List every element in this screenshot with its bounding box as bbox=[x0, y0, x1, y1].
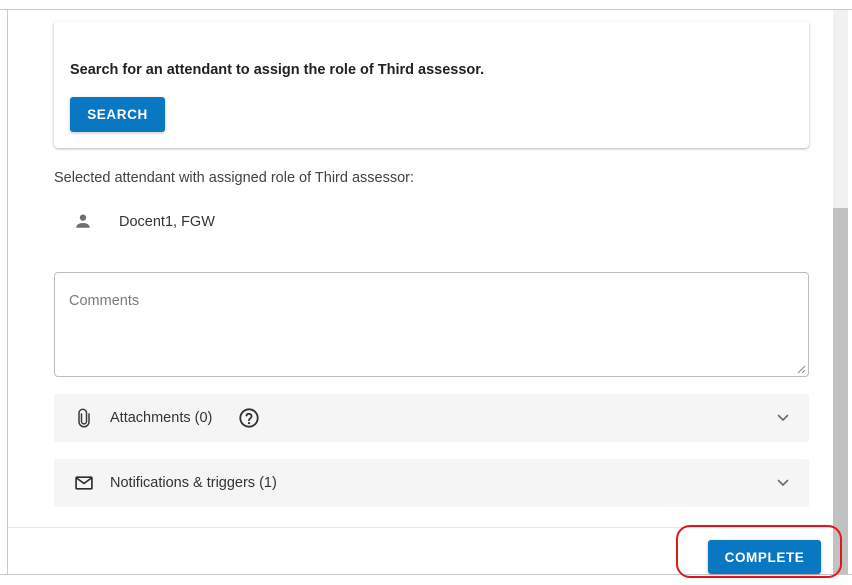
notifications-section-header[interactable]: Notifications & triggers (1) bbox=[54, 459, 809, 507]
footer-divider bbox=[8, 527, 833, 528]
attachments-section-header[interactable]: Attachments (0) bbox=[54, 394, 809, 442]
chevron-down-icon[interactable] bbox=[776, 411, 790, 425]
envelope-icon bbox=[75, 476, 93, 490]
search-button[interactable]: SEARCH bbox=[70, 97, 165, 132]
frame-bottom-border bbox=[0, 574, 852, 575]
notifications-label: Notifications & triggers (1) bbox=[110, 475, 277, 491]
search-instruction: Search for an attendant to assign the ro… bbox=[70, 62, 485, 78]
resize-grip-icon[interactable] bbox=[797, 365, 806, 374]
selected-attendant-label: Selected attendant with assigned role of… bbox=[54, 170, 415, 186]
dialog-frame: Search for an attendant to assign the ro… bbox=[0, 0, 852, 585]
selected-attendant-name: Docent1, FGW bbox=[119, 214, 215, 230]
comments-field[interactable] bbox=[54, 272, 809, 377]
scrollbar-thumb[interactable] bbox=[833, 208, 848, 574]
frame-left-border bbox=[7, 10, 8, 575]
attachments-label: Attachments (0) bbox=[110, 410, 213, 426]
comments-input[interactable] bbox=[55, 273, 808, 376]
help-circle-icon[interactable] bbox=[238, 407, 260, 429]
paperclip-icon bbox=[78, 408, 90, 428]
search-attendant-card: Search for an attendant to assign the ro… bbox=[54, 22, 809, 148]
chevron-down-icon[interactable] bbox=[776, 476, 790, 490]
person-icon bbox=[76, 214, 90, 228]
frame-top-border bbox=[0, 9, 852, 10]
complete-button[interactable]: COMPLETE bbox=[708, 540, 821, 574]
